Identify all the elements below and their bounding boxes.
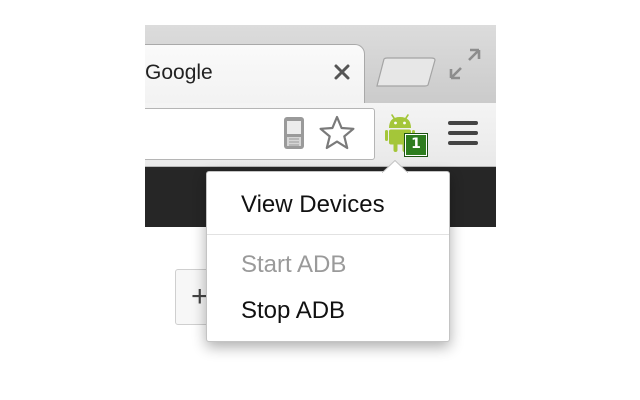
menu-icon-bar	[448, 131, 478, 135]
send-to-device-icon[interactable]	[282, 116, 306, 150]
new-tab-button[interactable]	[375, 57, 437, 87]
menu-item-stop-adb[interactable]: Stop ADB	[241, 296, 345, 326]
popup-arrow	[382, 160, 408, 173]
close-icon[interactable]	[331, 60, 353, 84]
menu-item-view-devices[interactable]: View Devices	[241, 190, 385, 220]
menu-icon-bar	[448, 121, 478, 125]
menu-separator	[207, 234, 449, 235]
fullscreen-icon[interactable]	[445, 44, 485, 84]
chrome-menu-button[interactable]	[446, 117, 480, 151]
screenshot-stage: Google 1 + View Devices Start ADB Stop A…	[0, 0, 640, 400]
tab-title: Google	[145, 61, 213, 84]
adb-extension-button[interactable]: 1	[385, 113, 429, 163]
star-icon[interactable]	[318, 114, 356, 152]
adb-popup-menu: View Devices Start ADB Stop ADB	[206, 171, 450, 342]
menu-icon-bar	[448, 141, 478, 145]
menu-item-start-adb: Start ADB	[241, 251, 347, 278]
device-count-badge: 1	[405, 134, 427, 156]
